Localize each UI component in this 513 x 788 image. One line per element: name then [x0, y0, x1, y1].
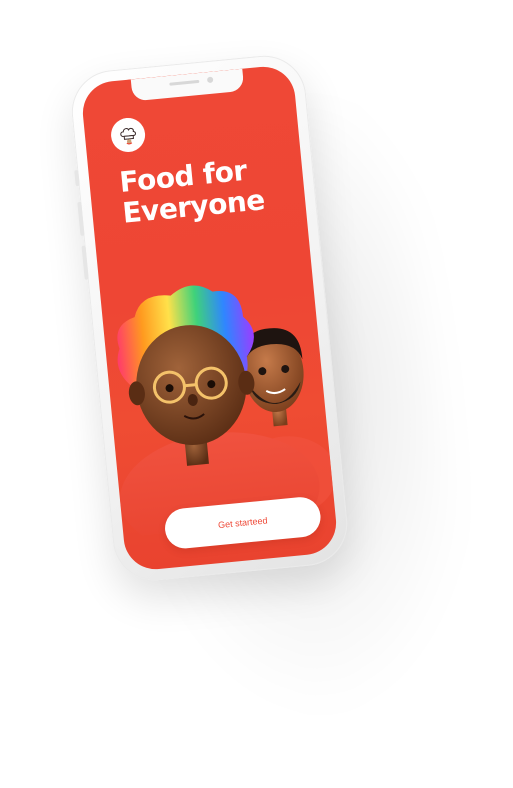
headline: Food for Everyone	[118, 153, 266, 230]
app-screen: Food for Everyone Get starteed	[80, 63, 339, 573]
phone-volume-up	[77, 201, 85, 236]
front-camera	[206, 76, 213, 84]
chef-hat-icon	[109, 116, 147, 154]
phone-notch	[130, 68, 244, 102]
phone-mute-switch	[74, 169, 80, 187]
canvas: Food for Everyone Get starteed	[0, 0, 513, 788]
avatars-illustration	[117, 285, 336, 538]
chef-hat-icon-graphic	[120, 127, 136, 145]
speaker-grille	[168, 79, 199, 86]
phone-volume-down	[81, 245, 89, 280]
phone-mockup: Food for Everyone Get starteed	[68, 51, 351, 585]
